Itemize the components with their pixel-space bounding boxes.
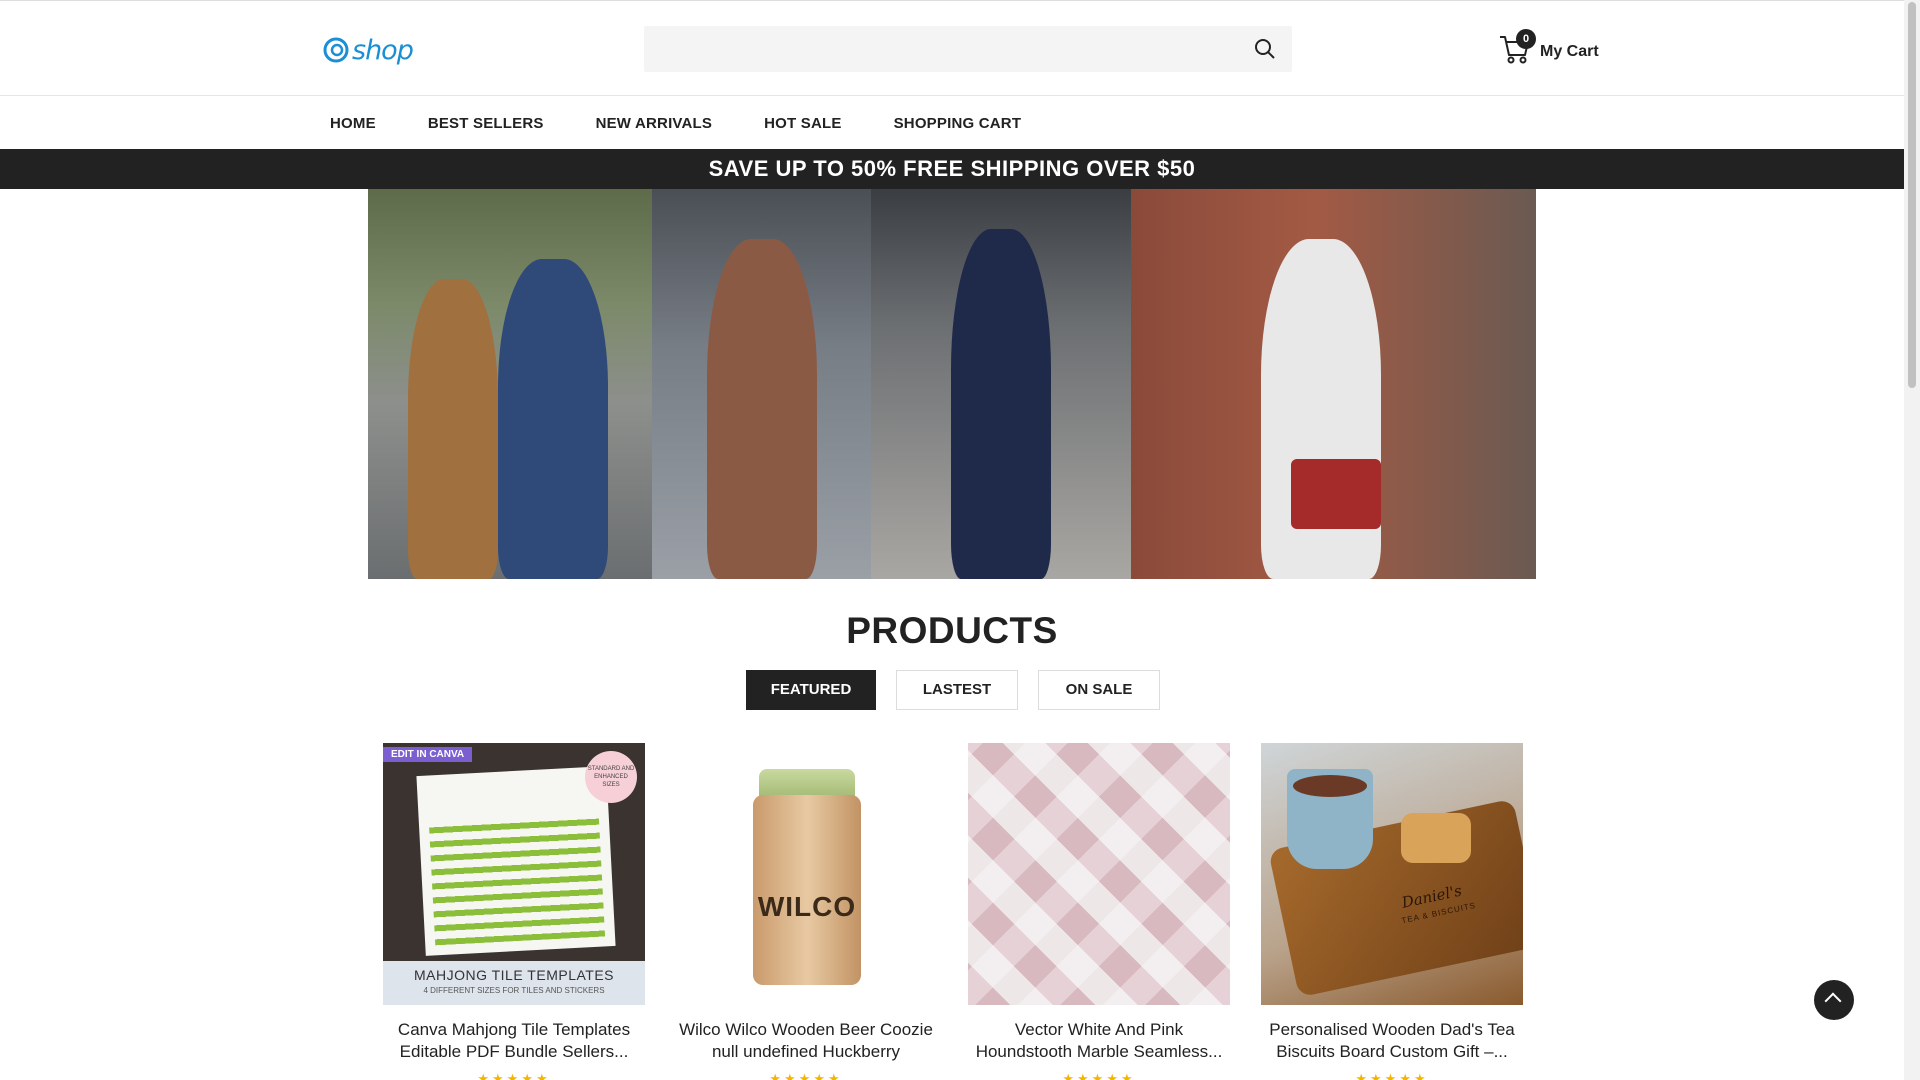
hero-figure [498,259,608,579]
image-sticker: STANDARD AND ENHANCED SIZES [585,751,637,803]
search-button[interactable] [1254,38,1278,62]
main-nav: HOME BEST SELLERS NEW ARRIVALS HOT SALE … [0,97,1904,149]
product-image[interactable]: WILCO [675,743,937,1005]
product-title[interactable]: Wilco Wilco Wooden Beer Coozie null unde… [675,1019,937,1063]
product-card[interactable]: Daniel's TEA & BISCUITS Personalised Woo… [1261,743,1523,1080]
product-image[interactable] [968,743,1230,1005]
cart-label: My Cart [1540,43,1599,60]
product-title[interactable]: Canva Mahjong Tile Templates Editable PD… [383,1019,645,1063]
nav-item-new-arrivals[interactable]: NEW ARRIVALS [596,115,713,132]
search-bar [644,26,1292,72]
mug [1287,769,1373,869]
biscuits [1401,813,1471,863]
coozie: WILCO [753,795,861,985]
promo-banner: SAVE UP TO 50% FREE SHIPPING OVER $50 [0,149,1904,189]
nav-item-shopping-cart[interactable]: SHOPPING CART [894,115,1022,132]
cart-count-badge: 0 [1516,29,1536,49]
product-card[interactable]: Vector White And Pink Houndstooth Marble… [968,743,1230,1080]
product-title[interactable]: Vector White And Pink Houndstooth Marble… [968,1019,1230,1063]
nav-item-hot-sale[interactable]: HOT SALE [764,115,841,132]
image-caption-block: MAHJONG TILE TEMPLATES 4 DIFFERENT SIZES… [383,961,645,1005]
product-grid: EDIT IN CANVA STANDARD AND ENHANCED SIZE… [383,743,1523,1080]
hero-figure [408,279,498,579]
back-to-top-button[interactable] [1814,980,1854,1020]
rating-stars: ★★★★★ [769,1071,843,1080]
mug-tea [1293,775,1367,797]
pattern-overlay [968,743,1230,1005]
product-image[interactable]: EDIT IN CANVA STANDARD AND ENHANCED SIZE… [383,743,645,1005]
tab-on-sale[interactable]: ON SALE [1038,670,1160,710]
rating-stars: ★★★★★ [477,1071,551,1080]
hero-panel-2 [652,189,871,579]
product-card[interactable]: WILCO Wilco Wilco Wooden Beer Coozie nul… [675,743,937,1080]
template-sheet [416,766,616,956]
products-heading: PRODUCTS [846,610,1058,651]
logo[interactable]: shop [322,34,414,66]
image-subcaption: 4 DIFFERENT SIZES FOR TILES AND STICKERS [423,986,605,995]
cart-icon-wrapper: 0 [1498,29,1536,67]
image-caption: WILCO [757,891,857,922]
product-image[interactable]: Daniel's TEA & BISCUITS [1261,743,1523,1005]
logo-text: shop [352,34,414,66]
cart-button[interactable]: 0 My Cart [1498,29,1599,67]
search-input[interactable] [644,26,1244,72]
chevron-up-icon [1824,992,1842,1010]
product-card[interactable]: EDIT IN CANVA STANDARD AND ENHANCED SIZE… [383,743,645,1080]
nav-item-home[interactable]: HOME [330,115,376,132]
rating-stars: ★★★★★ [1062,1071,1136,1080]
logo-swirl-icon [323,37,349,63]
image-badge: EDIT IN CANVA [383,747,473,762]
hero-panel-4 [1131,189,1536,579]
site-header: shop 0 My Cart [0,0,1904,96]
scrollbar-thumb[interactable] [1908,2,1916,388]
hero-panel-1 [368,189,652,579]
search-icon [1255,39,1275,59]
hero-figure [951,229,1051,579]
tile-grid [429,816,606,946]
page: shop 0 My Cart HOME BEST SELLERS NEW ARR… [0,0,1904,1080]
hero-image[interactable] [368,189,1536,579]
hero-panel-3 [871,189,1131,579]
tab-lastest[interactable]: LASTEST [896,670,1018,710]
image-caption: MAHJONG TILE TEMPLATES [413,967,615,983]
page-scrollbar[interactable] [1904,0,1920,1080]
product-title[interactable]: Personalised Wooden Dad's Tea Biscuits B… [1261,1019,1523,1063]
tab-featured[interactable]: FEATURED [746,670,876,710]
hero-figure [707,239,817,579]
rating-stars: ★★★★★ [1355,1071,1429,1080]
hero-figure [1291,459,1381,529]
nav-item-best-sellers[interactable]: BEST SELLERS [428,115,544,132]
product-tabs: FEATURED LASTEST ON SALE [746,670,1180,710]
